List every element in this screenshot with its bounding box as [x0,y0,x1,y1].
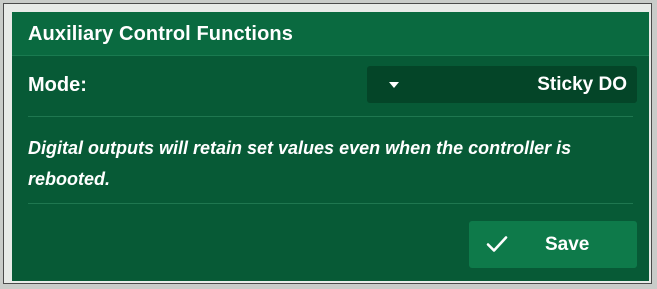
save-button[interactable]: Save [469,221,637,268]
checkmark-icon [486,236,508,252]
mode-label: Mode: [28,74,87,96]
divider [28,116,633,117]
panel-header: Auxiliary Control Functions [12,12,649,56]
mode-select[interactable]: Sticky DO [367,66,637,103]
divider [28,203,633,204]
auxiliary-control-panel: Auxiliary Control Functions Mode: Sticky… [12,12,649,281]
caret-down-icon [389,82,399,88]
panel-title: Auxiliary Control Functions [28,23,293,45]
mode-selected-value: Sticky DO [537,74,627,95]
mode-description: Digital outputs will retain set values e… [28,138,572,189]
save-button-label: Save [545,234,590,255]
